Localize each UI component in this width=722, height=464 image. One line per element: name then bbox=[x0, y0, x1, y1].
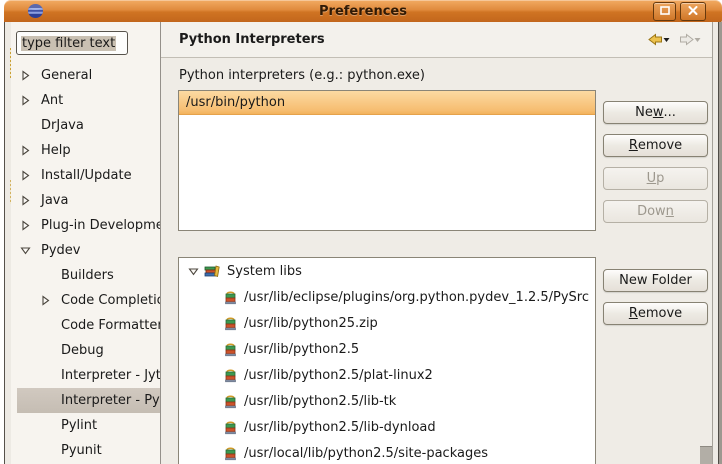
maximize-button[interactable] bbox=[653, 2, 676, 21]
library-jar-icon bbox=[223, 420, 238, 435]
sidebar-item-label: Help bbox=[41, 143, 71, 158]
sidebar-item-pydev[interactable]: Pydev bbox=[11, 238, 160, 263]
interpreter-row[interactable]: /usr/bin/python bbox=[179, 91, 595, 115]
title-bar[interactable]: Preferences bbox=[4, 0, 722, 23]
sidebar-item-general[interactable]: General bbox=[11, 63, 160, 88]
sidebar-item-java[interactable]: Java bbox=[11, 188, 160, 213]
pythonpath-remove-button[interactable]: Remove bbox=[603, 302, 708, 325]
back-button[interactable] bbox=[648, 33, 671, 46]
pythonpath-entry: /usr/lib/python2.5/lib-tk bbox=[244, 393, 397, 409]
pythonpath-row[interactable]: /usr/lib/python2.5/lib-tk bbox=[179, 388, 595, 414]
sidebar-item-label: Debug bbox=[61, 343, 104, 358]
sidebar-item-code-formatter[interactable]: Code Formatter bbox=[11, 313, 160, 338]
sidebar-item-drjava[interactable]: DrJava bbox=[11, 113, 160, 138]
pythonpath-entry: /usr/lib/eclipse/plugins/org.python.pyde… bbox=[244, 289, 590, 305]
interpreters-label: Python interpreters (e.g.: python.exe) bbox=[179, 68, 425, 83]
sidebar-item-label: Code Formatter bbox=[61, 318, 160, 333]
pythonpath-entry: /usr/lib/python2.5 bbox=[244, 341, 360, 357]
pythonpath-entry: /usr/lib/python25.zip bbox=[244, 315, 378, 331]
sidebar-item-label: Pylint bbox=[61, 418, 98, 433]
python-interpreters-page: Python Interpreters Python interpreters … bbox=[161, 22, 712, 464]
pythonpath-row[interactable]: /usr/lib/eclipse/plugins/org.python.pyde… bbox=[179, 284, 595, 310]
pythonpath-row[interactable]: /usr/lib/python2.5/plat-linux2 bbox=[179, 362, 595, 388]
interpreters-list: /usr/bin/python bbox=[178, 90, 596, 231]
background-window-edge bbox=[0, 22, 15, 464]
sidebar-item-pyunit[interactable]: Pyunit bbox=[11, 438, 160, 463]
library-jar-icon bbox=[223, 290, 238, 305]
chevron-down-icon[interactable] bbox=[19, 245, 32, 256]
sidebar-item-plug-in-development[interactable]: Plug-in Development bbox=[11, 213, 160, 238]
pythonpath-new-folder-button[interactable]: New Folder bbox=[603, 269, 708, 292]
page-header: Python Interpreters bbox=[161, 22, 712, 58]
sidebar-item-interpreter-python[interactable]: Interpreter - Python bbox=[17, 388, 160, 413]
sidebar-item-label: Pyunit bbox=[61, 443, 102, 458]
interpreters-new-button[interactable]: Ne w... bbox=[603, 101, 708, 124]
sidebar-item-interpreter-jython[interactable]: Interpreter - Jython bbox=[11, 363, 160, 388]
system-libs-icon bbox=[204, 264, 221, 278]
sidebar-item-label: DrJava bbox=[41, 118, 84, 133]
sidebar-item-help[interactable]: Help bbox=[11, 138, 160, 163]
sidebar-item-label: Builders bbox=[61, 268, 114, 283]
preferences-tree: General Ant DrJava Help Install/Update Java Pl… bbox=[11, 63, 160, 463]
sidebar-item-label: Interpreter - Jython bbox=[61, 368, 160, 383]
preferences-dialog: Preferences type filter text General Ant D… bbox=[0, 0, 722, 464]
pythonpath-row[interactable]: /usr/lib/python2.5 bbox=[179, 336, 595, 362]
maximize-icon bbox=[659, 4, 670, 19]
library-jar-icon bbox=[223, 394, 238, 409]
pythonpath-root-label: System libs bbox=[227, 263, 302, 279]
library-jar-icon bbox=[223, 368, 238, 383]
interpreter-path: /usr/bin/python bbox=[186, 95, 286, 110]
sidebar-item-label: Java bbox=[41, 193, 69, 208]
chevron-right-icon[interactable] bbox=[19, 220, 32, 231]
page-title: Python Interpreters bbox=[179, 32, 325, 47]
library-jar-icon bbox=[223, 342, 238, 357]
scroll-corner bbox=[700, 446, 712, 464]
sidebar-item-label: Ant bbox=[41, 93, 64, 108]
sidebar-item-label: Install/Update bbox=[41, 168, 132, 183]
chevron-down-icon[interactable] bbox=[187, 266, 200, 277]
pythonpath-entry: /usr/local/lib/python2.5/site-packages bbox=[244, 445, 488, 461]
interpreters-remove-button[interactable]: Remove bbox=[603, 134, 708, 157]
sidebar-item-code-completion[interactable]: Code Completion bbox=[11, 288, 160, 313]
sidebar-item-install-update[interactable]: Install/Update bbox=[11, 163, 160, 188]
sidebar-item-label: Plug-in Development bbox=[41, 218, 160, 233]
window-border bbox=[718, 22, 722, 464]
pythonpath-row[interactable]: /usr/lib/python2.5/lib-dynload bbox=[179, 414, 595, 440]
sidebar-item-label: Pydev bbox=[41, 243, 81, 258]
sidebar-item-label: General bbox=[41, 68, 93, 83]
chevron-right-icon[interactable] bbox=[19, 70, 32, 81]
sidebar-item-debug[interactable]: Debug bbox=[11, 338, 160, 363]
library-jar-icon bbox=[223, 316, 238, 331]
library-jar-icon bbox=[223, 446, 238, 461]
sidebar-item-ant[interactable]: Ant bbox=[11, 88, 160, 113]
sidebar-item-builders[interactable]: Builders bbox=[11, 263, 160, 288]
pythonpath-row[interactable]: /usr/lib/python25.zip bbox=[179, 310, 595, 336]
interpreters-down-button[interactable]: Dow n bbox=[603, 200, 708, 223]
chevron-right-icon[interactable] bbox=[19, 170, 32, 181]
forward-button[interactable] bbox=[679, 33, 702, 46]
filter-input[interactable]: type filter text bbox=[16, 31, 128, 55]
pythonpath-tree: System libs/usr/lib/eclipse/plugins/org.… bbox=[178, 257, 596, 464]
filter-input-text: type filter text bbox=[21, 35, 117, 51]
chevron-right-icon[interactable] bbox=[39, 295, 52, 306]
window-title: Preferences bbox=[319, 3, 407, 19]
pythonpath-entry: /usr/lib/python2.5/lib-dynload bbox=[244, 419, 436, 435]
chevron-right-icon[interactable] bbox=[19, 195, 32, 206]
sidebar-item-label: Interpreter - Python bbox=[61, 393, 160, 408]
preferences-sidebar: type filter text General Ant DrJava Help Ins… bbox=[11, 22, 161, 464]
chevron-right-icon[interactable] bbox=[19, 95, 32, 106]
chevron-right-icon[interactable] bbox=[19, 145, 32, 156]
sidebar-item-pylint[interactable]: Pylint bbox=[11, 413, 160, 438]
close-icon bbox=[688, 4, 698, 19]
interpreters-up-button[interactable]: Up bbox=[603, 167, 708, 190]
pythonpath-root-row[interactable]: System libs bbox=[179, 258, 595, 284]
pythonpath-row[interactable]: /usr/local/lib/python2.5/site-packages bbox=[179, 440, 595, 464]
pythonpath-entry: /usr/lib/python2.5/plat-linux2 bbox=[244, 367, 433, 383]
close-button[interactable] bbox=[680, 2, 706, 21]
sidebar-item-label: Code Completion bbox=[61, 293, 160, 308]
